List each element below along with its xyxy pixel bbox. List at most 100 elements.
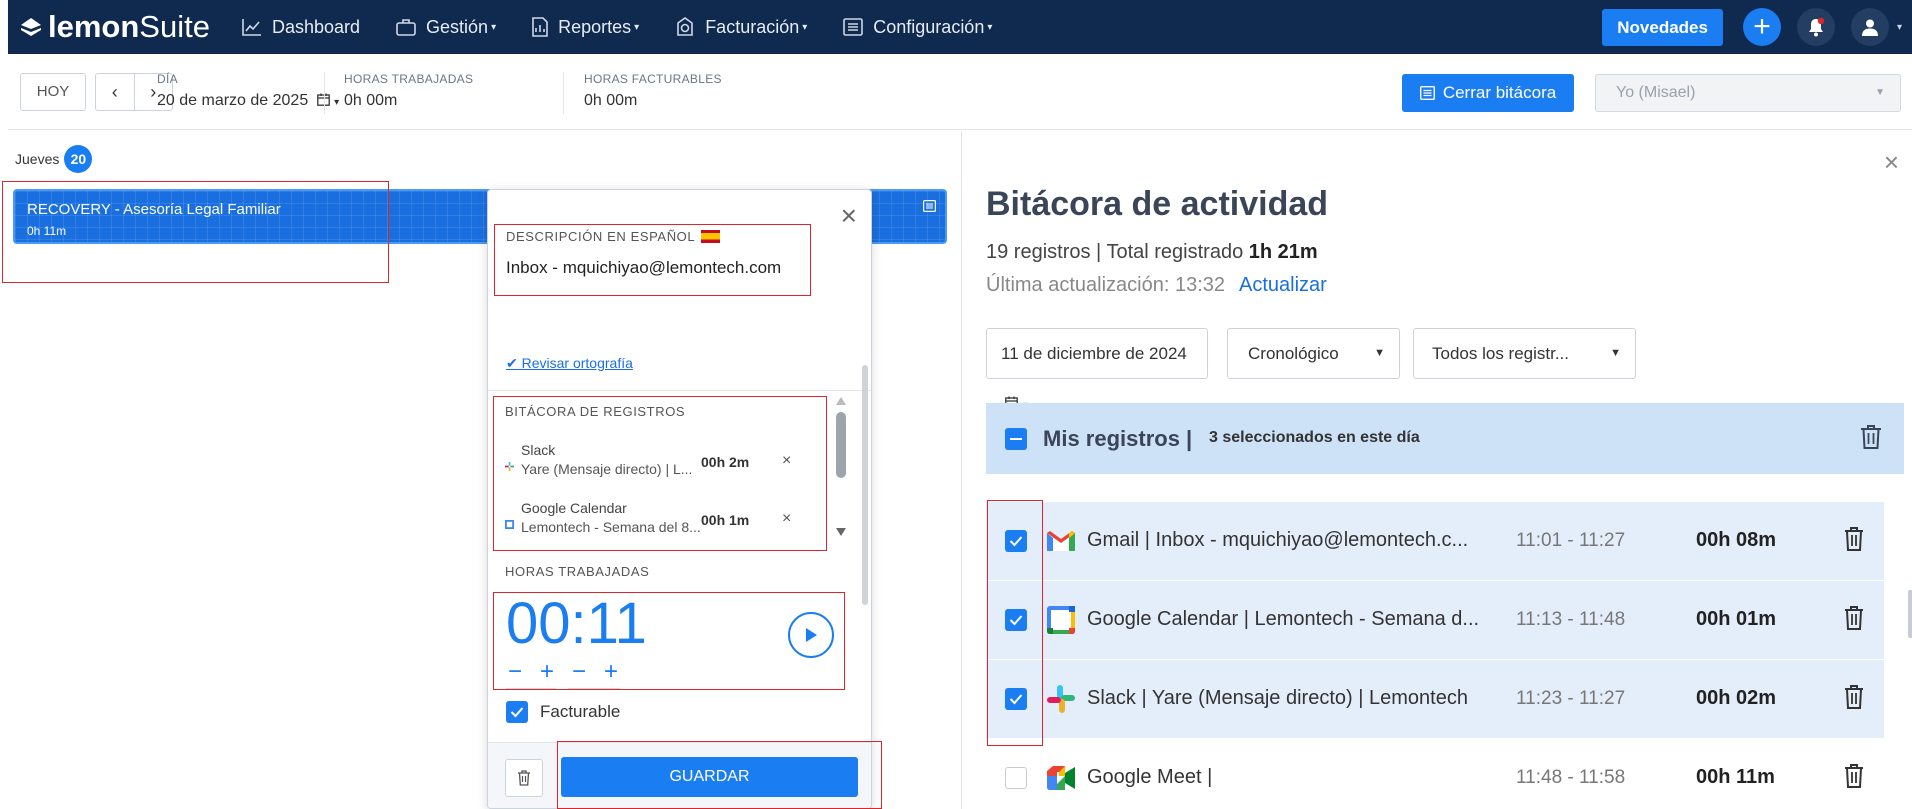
record-checkbox[interactable] xyxy=(1005,609,1027,631)
save-button[interactable]: GUARDAR xyxy=(561,757,858,797)
nav-reportes-label: Reportes xyxy=(558,16,632,37)
date-toolbar: HOY ‹ › DÍA 20 de marzo de 2025 ▾ HORAS … xyxy=(8,54,1912,130)
billable-hours-label: HORAS FACTURABLES xyxy=(584,72,722,86)
popup-footer: GUARDAR xyxy=(488,742,871,808)
registro-name: Slack xyxy=(521,442,556,458)
spell-check-label: Revisar ortografía xyxy=(521,355,633,371)
last-update-text: Última actualización: 13:32 xyxy=(986,274,1226,296)
record-duration: 00h 11m xyxy=(1696,766,1775,788)
worked-hours-label: HORAS TRABAJADAS xyxy=(344,72,474,86)
panel-scrollbar[interactable] xyxy=(1908,590,1912,638)
check-icon: ✔ xyxy=(506,355,518,371)
event-duration: 0h 11m xyxy=(27,224,67,238)
money-icon xyxy=(677,17,693,36)
record-duration: 00h 08m xyxy=(1696,529,1777,551)
plus-icon: + xyxy=(1753,10,1771,43)
record-duration: 00h 02m xyxy=(1696,687,1777,709)
record-name: Gmail | Inbox - mquichiyao@lemontech.c..… xyxy=(1087,529,1469,551)
user-select[interactable]: Yo (Misael) ▼ xyxy=(1595,74,1901,112)
brand-light: Suite xyxy=(139,9,210,44)
record-hours: 11:48 - 11:58 xyxy=(1516,767,1626,788)
decrease-hours-button[interactable]: − xyxy=(508,658,522,686)
my-records-header: Mis registros | 3 seleccionados en este … xyxy=(986,403,1904,474)
close-icon[interactable]: × xyxy=(1884,149,1899,175)
type-filter[interactable]: Todos los registr... ▼ xyxy=(1413,328,1636,379)
day-value-wrap: 20 de marzo de 2025 ▾ xyxy=(157,92,339,110)
prev-day-button[interactable]: ‹ xyxy=(96,74,134,110)
close-icon[interactable]: × xyxy=(841,202,857,230)
description-input[interactable]: Inbox - mquichiyao@lemontech.com xyxy=(506,258,781,278)
record-checkbox[interactable] xyxy=(1005,688,1027,710)
trash-icon[interactable] xyxy=(1844,605,1864,631)
timer-minutes: 11 xyxy=(586,591,647,656)
popup-scrollbar[interactable] xyxy=(862,365,868,605)
description-label-text: DESCRIPCIÓN EN ESPAÑOL xyxy=(506,229,696,244)
delete-button[interactable] xyxy=(505,759,543,797)
my-records-title-text: Mis registros xyxy=(1043,426,1180,451)
record-row[interactable]: Google Calendar | Lemontech - Semana d..… xyxy=(986,581,1884,659)
chevron-down-icon: ▼ xyxy=(1374,347,1385,359)
chevron-down-icon: ▾ xyxy=(491,21,497,33)
spell-check-link[interactable]: ✔ Revisar ortografía xyxy=(506,355,633,372)
nav-right-group: Novedades + ▾ xyxy=(1602,0,1912,54)
novedades-button[interactable]: Novedades xyxy=(1602,8,1723,46)
record-checkbox[interactable] xyxy=(1005,530,1027,552)
trash-icon[interactable] xyxy=(1844,763,1864,789)
record-row[interactable]: Slack | Yare (Mensaje directo) | Lemonte… xyxy=(986,660,1884,738)
registros-scrollbar[interactable] xyxy=(834,395,848,538)
nav-gestion[interactable]: Gestión ▾ xyxy=(396,17,496,38)
close-log-button[interactable]: Cerrar bitácora xyxy=(1402,74,1574,112)
brand-bold: lemon xyxy=(48,9,140,44)
timer-display[interactable]: 00:11 xyxy=(506,590,647,657)
remove-icon[interactable]: × xyxy=(782,452,791,470)
slack-icon xyxy=(1047,685,1075,713)
billable-checkbox[interactable] xyxy=(506,701,528,723)
add-button[interactable]: + xyxy=(1742,8,1781,46)
day-picker[interactable]: DÍA 20 de marzo de 2025 ▾ xyxy=(157,72,339,110)
type-filter-value: Todos los registr... xyxy=(1432,344,1570,363)
record-row[interactable]: Google Meet | 11:48 - 11:58 00h 11m xyxy=(986,739,1884,809)
trash-icon xyxy=(518,770,530,786)
record-checkbox[interactable] xyxy=(1005,767,1027,789)
billable-hours-value: 0h 00m xyxy=(584,92,638,109)
notifications-button[interactable] xyxy=(1796,8,1835,46)
select-all-checkbox[interactable] xyxy=(1005,428,1027,450)
divider xyxy=(488,390,871,391)
user-menu-button[interactable] xyxy=(1850,8,1889,46)
google-calendar-icon xyxy=(1047,606,1075,634)
hours-underline xyxy=(506,688,556,689)
record-hours: 11:01 - 11:27 xyxy=(1516,530,1626,551)
day-header: Jueves 20 xyxy=(15,145,93,173)
brand-logo[interactable]: lemon Suite xyxy=(20,9,210,45)
nav-dashboard[interactable]: Dashboard xyxy=(242,17,360,38)
trash-icon[interactable] xyxy=(1844,526,1864,552)
timer-hours: 00 xyxy=(506,591,571,656)
record-row[interactable]: Gmail | Inbox - mquichiyao@lemontech.c..… xyxy=(986,502,1884,580)
play-timer-button[interactable] xyxy=(788,612,834,658)
remove-icon[interactable]: × xyxy=(782,510,791,528)
decrease-minutes-button[interactable]: − xyxy=(572,658,586,686)
date-filter[interactable]: 11 de diciembre de 2024 ▾ xyxy=(986,328,1208,411)
notes-icon[interactable] xyxy=(923,200,936,212)
trash-icon[interactable] xyxy=(1844,684,1864,710)
nav-facturacion[interactable]: Facturación ▾ xyxy=(675,17,807,38)
refresh-link[interactable]: Actualizar xyxy=(1239,274,1327,296)
day-name: Jueves xyxy=(15,151,60,167)
today-button[interactable]: HOY xyxy=(20,73,86,111)
chevron-down-icon[interactable]: ▾ xyxy=(1897,22,1902,33)
trash-icon[interactable] xyxy=(1860,424,1882,450)
worked-hours-value: 0h 00m xyxy=(344,92,398,109)
order-filter[interactable]: Cronológico ▼ xyxy=(1227,328,1400,379)
nav-configuracion[interactable]: Configuración ▾ xyxy=(843,17,992,38)
worked-hours-group: HORAS TRABAJADAS 0h 00m xyxy=(344,72,473,110)
increase-minutes-button[interactable]: + xyxy=(604,658,618,686)
check-icon xyxy=(1009,615,1023,626)
increase-hours-button[interactable]: + xyxy=(540,658,554,686)
spain-flag-icon xyxy=(701,230,721,243)
day-number-badge: 20 xyxy=(64,145,93,173)
nav-reportes[interactable]: Reportes ▾ xyxy=(532,17,639,38)
briefcase-icon xyxy=(396,19,416,36)
my-records-title: Mis registros | xyxy=(1043,426,1193,451)
bell-icon xyxy=(1808,17,1825,37)
chevron-down-icon: ▾ xyxy=(334,97,340,108)
